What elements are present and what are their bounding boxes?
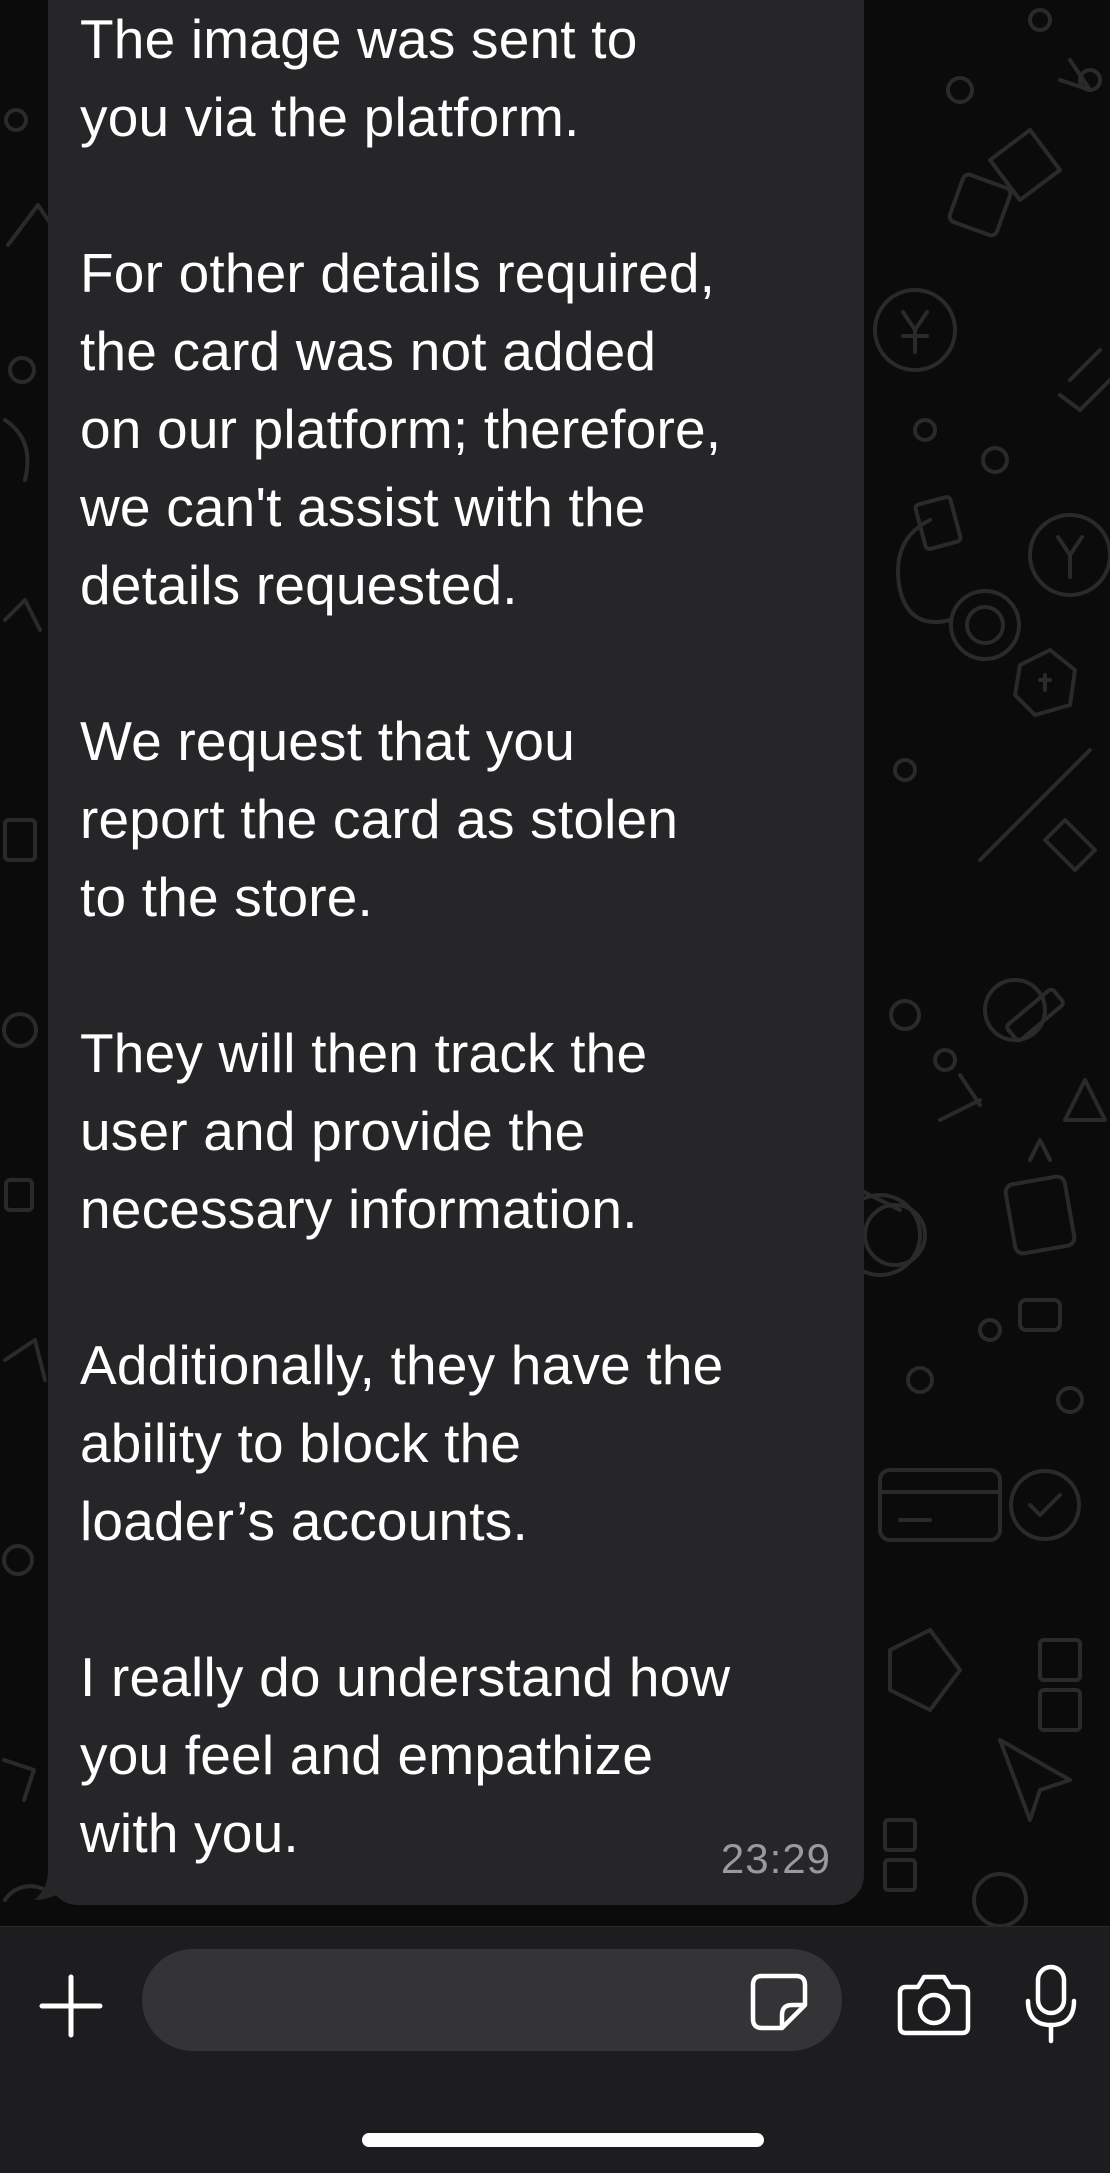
- camera-icon[interactable]: [896, 1971, 972, 2037]
- message-text: The image was sent to you via the platfo…: [80, 8, 731, 1864]
- plus-icon[interactable]: [36, 1971, 106, 2041]
- message-input[interactable]: [142, 1949, 842, 2051]
- microphone-icon[interactable]: [1020, 1963, 1082, 2045]
- chat-area[interactable]: The image was sent to you via the platfo…: [0, 0, 1110, 1926]
- sticker-icon[interactable]: [748, 1971, 810, 2033]
- message-timestamp: 23:29: [720, 1835, 831, 1882]
- bubble-tail: [34, 1870, 74, 1900]
- home-indicator[interactable]: [362, 2133, 764, 2147]
